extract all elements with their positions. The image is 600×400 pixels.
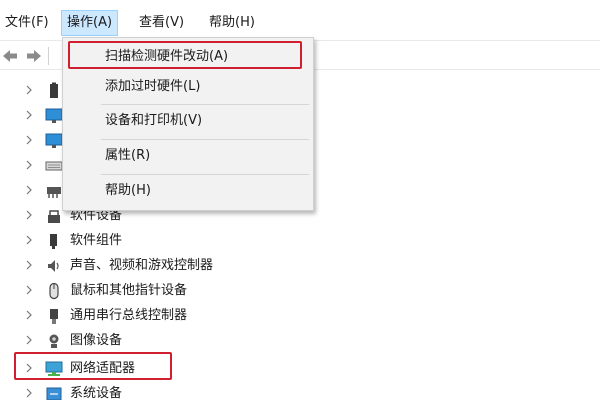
tree-item-label: 通用串行总线控制器 (70, 308, 188, 323)
chevron-right-icon[interactable] (23, 159, 35, 171)
menu-separator (101, 104, 309, 105)
menu-view[interactable]: 查看(V) (134, 10, 189, 36)
tree-item-label: 软件组件 (70, 233, 123, 248)
menu-item-devices-and-printers[interactable]: 设备和打印机(V) (65, 106, 311, 136)
chevron-right-icon[interactable] (23, 334, 35, 346)
usb-icon (50, 309, 58, 324)
monitor-icon (45, 108, 63, 123)
tree-item-label: 图像设备 (70, 333, 123, 348)
chevron-right-icon[interactable] (23, 134, 35, 146)
tree-item[interactable]: 系统设备 (0, 381, 400, 400)
tree-item[interactable]: 图像设备 (0, 328, 400, 353)
chevron-right-icon[interactable] (23, 234, 35, 246)
tree-item[interactable]: 软件组件 (0, 228, 400, 253)
chevron-right-icon[interactable] (23, 84, 35, 96)
speaker-icon (48, 260, 59, 272)
battery-icon (50, 82, 58, 98)
tree-item[interactable]: 鼠标和其他指针设备 (0, 278, 400, 303)
arrow-right-icon[interactable] (26, 48, 42, 64)
chevron-right-icon[interactable] (23, 109, 35, 121)
chevron-right-icon[interactable] (23, 387, 35, 399)
menu-item-help[interactable]: 帮助(H) (65, 176, 311, 206)
chevron-right-icon[interactable] (23, 259, 35, 271)
menu-file[interactable]: 文件(F) (0, 10, 54, 36)
system-device-icon (46, 387, 62, 400)
chevron-right-icon[interactable] (23, 184, 35, 196)
network-adapter-highlight (14, 352, 172, 380)
chevron-right-icon[interactable] (23, 309, 35, 321)
scan-hardware-highlight (68, 41, 302, 69)
tree-item-label: 鼠标和其他指针设备 (70, 283, 188, 298)
menu-item-add-legacy-hardware[interactable]: 添加过时硬件(L) (65, 72, 311, 102)
menu-action[interactable]: 操作(A) (61, 10, 119, 36)
menu-item-properties[interactable]: 属性(R) (65, 141, 311, 171)
software-device-icon (48, 210, 60, 223)
tree-item[interactable]: 声音、视频和游戏控制器 (0, 253, 400, 278)
menu-separator (101, 139, 309, 140)
toolbar-separator (48, 47, 49, 65)
tree-item-label: 声音、视频和游戏控制器 (70, 258, 214, 273)
chevron-right-icon[interactable] (23, 209, 35, 221)
monitor-icon (45, 133, 63, 148)
keyboard-icon (45, 161, 63, 171)
software-component-icon (50, 234, 57, 249)
mouse-icon (49, 282, 59, 300)
menu-bar: 文件(F) 操作(A) 查看(V) 帮助(H) (0, 10, 600, 36)
usb-icon (47, 187, 61, 198)
tree-item-label: 系统设备 (70, 386, 123, 400)
arrow-left-icon[interactable] (2, 48, 18, 64)
menu-help[interactable]: 帮助(H) (204, 10, 260, 36)
menu-separator (101, 174, 309, 175)
tree-item[interactable]: 通用串行总线控制器 (0, 303, 400, 328)
camera-icon (49, 334, 59, 348)
chevron-right-icon[interactable] (23, 284, 35, 296)
